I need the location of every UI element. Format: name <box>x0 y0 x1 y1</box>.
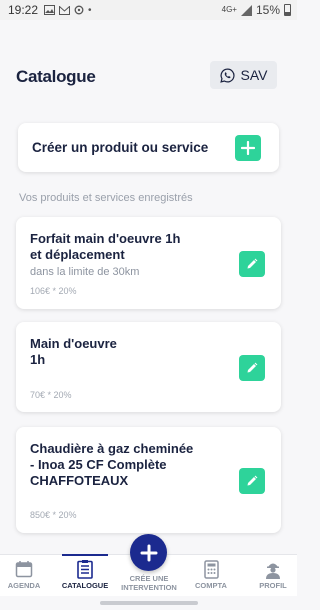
create-product-card[interactable]: Créer un produit ou service <box>18 123 279 172</box>
catalogue-icon <box>77 559 93 579</box>
plus-icon <box>140 544 157 561</box>
whatsapp-icon <box>219 68 235 83</box>
system-nav-bar <box>0 596 297 610</box>
sync-icon <box>74 5 84 15</box>
page-title: Catalogue <box>16 67 96 86</box>
product-name: Forfait main d'oeuvre 1h et déplacement <box>30 231 181 262</box>
status-bar: 19:22 • 4G+ 15% <box>0 0 297 20</box>
worker-profile-icon <box>264 559 282 579</box>
network-indicator: 4G+ <box>221 5 237 14</box>
dot-icon: • <box>88 4 92 16</box>
pencil-icon <box>247 258 258 269</box>
product-price: 70€ * 20% <box>30 390 72 400</box>
product-description: dans la limite de 30km <box>30 266 140 278</box>
battery-percent: 15% <box>255 3 280 17</box>
nav-profil[interactable]: PROFIL <box>255 559 291 590</box>
gmail-icon <box>59 5 71 15</box>
nav-catalogue-label: CATALOGUE <box>61 581 109 590</box>
plus-icon <box>241 141 255 155</box>
calendar-icon <box>15 559 33 579</box>
sav-button[interactable]: SAV <box>210 61 277 89</box>
battery-icon <box>284 4 291 16</box>
edit-product-button[interactable] <box>239 468 265 494</box>
sav-label: SAV <box>240 67 268 83</box>
product-name: Chaudière à gaz cheminée - Inoa 25 CF Co… <box>30 441 194 488</box>
signal-icon <box>240 4 252 16</box>
create-intervention-button[interactable] <box>130 534 167 571</box>
create-intervention-label: CRÉE UNE INTERVENTION <box>121 574 177 592</box>
edit-product-button[interactable] <box>239 251 265 277</box>
product-card[interactable]: Forfait main d'oeuvre 1h et déplacement … <box>16 217 281 309</box>
create-product-label: Créer un produit ou service <box>32 140 209 155</box>
nav-catalogue[interactable]: CATALOGUE <box>62 559 108 590</box>
product-card[interactable]: Main d'oeuvre 1h 70€ * 20% <box>16 322 281 412</box>
status-time: 19:22 <box>8 3 39 17</box>
nav-agenda-label: AGENDA <box>7 581 41 590</box>
product-price: 850€ * 20% <box>30 510 77 520</box>
active-tab-indicator <box>62 554 108 556</box>
calculator-icon <box>203 559 219 579</box>
nav-compta[interactable]: COMPTA <box>193 559 229 590</box>
add-product-button[interactable] <box>235 135 261 161</box>
product-name: Main d'oeuvre 1h <box>30 336 117 367</box>
nav-profil-label: PROFIL <box>259 581 287 590</box>
edit-product-button[interactable] <box>239 355 265 381</box>
pencil-icon <box>247 362 258 373</box>
pencil-icon <box>247 475 258 486</box>
section-label: Vos produits et services enregistrés <box>19 192 193 204</box>
home-indicator[interactable] <box>100 601 198 605</box>
nav-compta-label: COMPTA <box>195 581 227 590</box>
nav-agenda[interactable]: AGENDA <box>6 559 42 590</box>
image-icon <box>44 5 56 15</box>
product-price: 106€ * 20% <box>30 286 77 296</box>
product-card[interactable]: Chaudière à gaz cheminée - Inoa 25 CF Co… <box>16 427 281 533</box>
